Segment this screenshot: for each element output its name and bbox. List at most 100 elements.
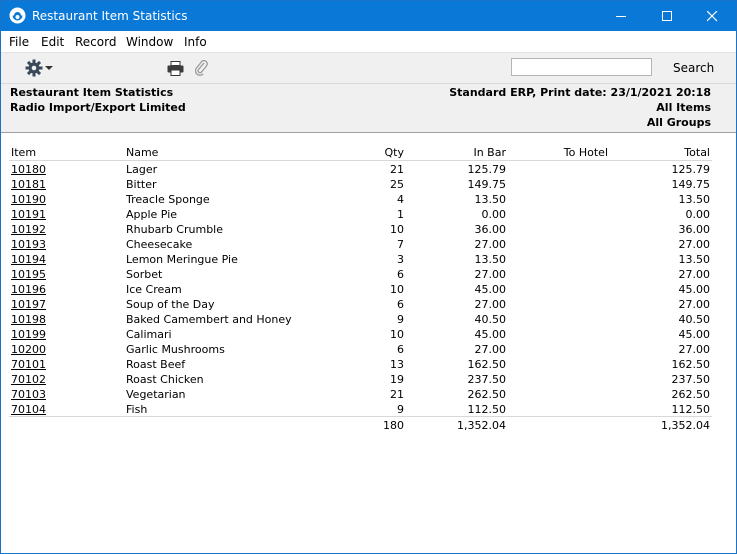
item-name: Garlic Mushrooms — [126, 343, 225, 356]
totals-row: 180 1,352.04 1,352.04 — [1, 419, 736, 434]
item-qty: 6 — [397, 268, 404, 281]
item-in-bar: 149.75 — [467, 178, 507, 191]
item-link[interactable]: 70102 — [11, 373, 46, 386]
item-name: Cheesecake — [126, 238, 193, 251]
item-qty: 4 — [397, 193, 404, 206]
item-in-bar: 0.00 — [481, 208, 507, 221]
item-link[interactable]: 70103 — [11, 388, 46, 401]
item-in-bar: 237.50 — [467, 373, 507, 386]
table-row: 10194 Lemon Meringue Pie 3 13.50 13.50 — [1, 253, 736, 268]
column-header-item: Item — [11, 146, 37, 159]
item-name: Treacle Sponge — [126, 193, 210, 206]
item-link[interactable]: 10194 — [11, 253, 46, 266]
report-name: Restaurant Item Statistics — [10, 86, 174, 99]
item-total: 45.00 — [678, 283, 711, 296]
item-in-bar: 40.50 — [474, 313, 507, 326]
item-name: Lager — [126, 163, 158, 176]
item-total: 27.00 — [678, 238, 711, 251]
menu-info[interactable]: Info — [184, 35, 207, 49]
total-total: 1,352.04 — [661, 419, 710, 432]
item-name: Roast Beef — [126, 358, 186, 371]
item-in-bar: 13.50 — [474, 193, 507, 206]
total-in-bar: 1,352.04 — [457, 419, 506, 432]
search-button[interactable]: Search — [673, 61, 714, 75]
close-icon — [707, 11, 718, 22]
item-total: 45.00 — [678, 328, 711, 341]
item-total: 27.00 — [678, 343, 711, 356]
minimize-icon — [616, 16, 626, 17]
item-name: Bitter — [126, 178, 157, 191]
item-qty: 10 — [390, 328, 404, 341]
table-row: 70103 Vegetarian 21 262.50 262.50 — [1, 388, 736, 403]
item-in-bar: 262.50 — [467, 388, 507, 401]
item-link[interactable]: 10193 — [11, 238, 46, 251]
item-name: Sorbet — [126, 268, 163, 281]
item-link[interactable]: 10191 — [11, 208, 46, 221]
item-qty: 21 — [390, 388, 404, 401]
item-in-bar: 27.00 — [474, 343, 507, 356]
menu-window[interactable]: Window — [126, 35, 173, 49]
gear-icon[interactable] — [25, 59, 43, 77]
item-link[interactable]: 10196 — [11, 283, 46, 296]
table-row: 10195 Sorbet 6 27.00 27.00 — [1, 268, 736, 283]
item-name: Calimari — [126, 328, 172, 341]
item-total: 0.00 — [685, 208, 711, 221]
item-link[interactable]: 10181 — [11, 178, 46, 191]
maximize-button[interactable] — [645, 1, 691, 31]
item-in-bar: 27.00 — [474, 268, 507, 281]
item-link[interactable]: 10197 — [11, 298, 46, 311]
groups-filter: All Groups — [646, 116, 711, 129]
item-link[interactable]: 10195 — [11, 268, 46, 281]
paperclip-icon[interactable] — [195, 60, 209, 77]
column-header-qty: Qty — [384, 146, 404, 159]
close-button[interactable] — [690, 1, 736, 31]
table-row: 10190 Treacle Sponge 4 13.50 13.50 — [1, 193, 736, 208]
column-header-total: Total — [684, 146, 710, 159]
window-title: Restaurant Item Statistics — [32, 9, 188, 23]
menu-edit[interactable]: Edit — [41, 35, 64, 49]
minimize-button[interactable] — [599, 1, 645, 31]
chevron-down-icon[interactable] — [45, 66, 53, 70]
menu-bar: File Edit Record Window Info — [1, 31, 736, 52]
item-name: Lemon Meringue Pie — [126, 253, 238, 266]
item-total: 40.50 — [678, 313, 711, 326]
menu-file[interactable]: File — [9, 35, 29, 49]
item-link[interactable]: 10199 — [11, 328, 46, 341]
item-in-bar: 27.00 — [474, 298, 507, 311]
item-qty: 6 — [397, 298, 404, 311]
item-in-bar: 13.50 — [474, 253, 507, 266]
total-qty: 180 — [383, 419, 404, 432]
menu-record[interactable]: Record — [75, 35, 116, 49]
item-total: 36.00 — [678, 223, 711, 236]
item-in-bar: 125.79 — [467, 163, 507, 176]
item-name: Soup of the Day — [126, 298, 215, 311]
item-link[interactable]: 10190 — [11, 193, 46, 206]
item-total: 125.79 — [671, 163, 711, 176]
item-name: Apple Pie — [126, 208, 178, 221]
item-total: 112.50 — [671, 403, 711, 416]
item-qty: 10 — [390, 283, 404, 296]
table-row: 10181 Bitter 25 149.75 149.75 — [1, 178, 736, 193]
column-header-in-bar: In Bar — [473, 146, 506, 159]
item-total: 27.00 — [678, 298, 711, 311]
table-row: 10192 Rhubarb Crumble 10 36.00 36.00 — [1, 223, 736, 238]
item-qty: 9 — [397, 313, 404, 326]
item-qty: 25 — [390, 178, 404, 191]
search-input[interactable] — [511, 58, 652, 76]
item-in-bar: 36.00 — [474, 223, 507, 236]
item-name: Ice Cream — [126, 283, 182, 296]
table-row: 10196 Ice Cream 10 45.00 45.00 — [1, 283, 736, 298]
item-qty: 10 — [390, 223, 404, 236]
item-link[interactable]: 10198 — [11, 313, 46, 326]
item-link[interactable]: 70104 — [11, 403, 46, 416]
item-in-bar: 45.00 — [474, 328, 507, 341]
print-info: Standard ERP, Print date: 23/1/2021 20:1… — [449, 86, 711, 99]
item-in-bar: 45.00 — [474, 283, 507, 296]
item-link[interactable]: 10192 — [11, 223, 46, 236]
item-link[interactable]: 10180 — [11, 163, 46, 176]
item-link[interactable]: 70101 — [11, 358, 46, 371]
printer-icon[interactable] — [167, 61, 184, 76]
item-name: Rhubarb Crumble — [126, 223, 224, 236]
column-header-to-hotel: To Hotel — [563, 146, 608, 159]
item-link[interactable]: 10200 — [11, 343, 46, 356]
